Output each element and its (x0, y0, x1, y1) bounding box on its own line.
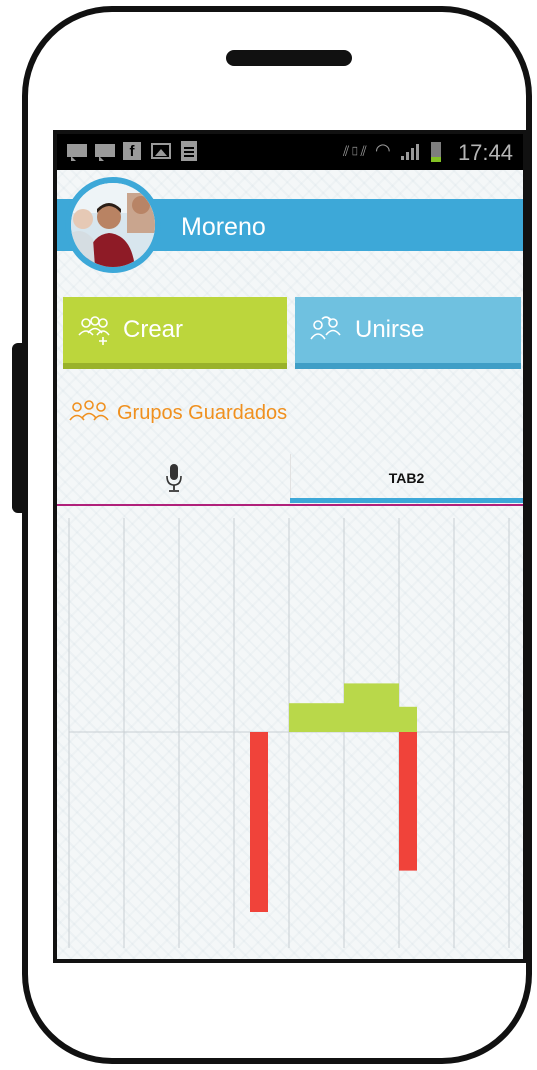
create-group-button[interactable]: Crear (63, 297, 287, 369)
phone-speaker (226, 50, 352, 66)
tab-bar: TAB2 (57, 454, 523, 506)
microphone-icon (165, 464, 182, 492)
join-group-icon (310, 316, 341, 340)
join-group-button[interactable]: Unirse (295, 297, 521, 369)
avatar-photo (71, 183, 155, 267)
chart-bar (399, 732, 417, 871)
notification-icon (95, 144, 115, 161)
signal-icon (401, 144, 423, 160)
gallery-icon (151, 143, 171, 159)
tab-2[interactable]: TAB2 (290, 454, 523, 502)
status-time: 17:44 (457, 140, 513, 165)
group-icon (69, 400, 109, 421)
saved-groups-link[interactable]: Grupos Guardados (69, 400, 287, 426)
profile-name: Moreno (181, 213, 266, 241)
tab-2-label: TAB2 (388, 470, 425, 486)
notification-icon (67, 144, 87, 161)
saved-groups-label: Grupos Guardados (117, 401, 288, 424)
facebook-icon: f (123, 142, 141, 160)
status-bar: f ⫽▯⫽ ◠ 17:44 (57, 134, 523, 170)
chart-bar (250, 732, 268, 912)
add-group-icon (78, 316, 110, 345)
create-group-label: Crear (123, 316, 184, 343)
battery-icon (431, 142, 441, 162)
chart-bar (399, 706, 417, 732)
tab-microphone[interactable] (57, 454, 290, 502)
vibrate-icon: ⫽▯⫽ (343, 143, 367, 159)
bar-chart (68, 518, 510, 948)
avatar[interactable] (65, 177, 161, 273)
chart-bar (289, 703, 344, 732)
selected-tab-indicator (290, 498, 523, 503)
join-group-label: Unirse (355, 316, 425, 343)
chart-bar (344, 683, 399, 732)
wifi-icon: ◠ (375, 140, 391, 160)
app-screen: f ⫽▯⫽ ◠ 17:44 Moreno Crear Unirse Grupos… (53, 130, 527, 963)
document-icon (181, 141, 197, 161)
